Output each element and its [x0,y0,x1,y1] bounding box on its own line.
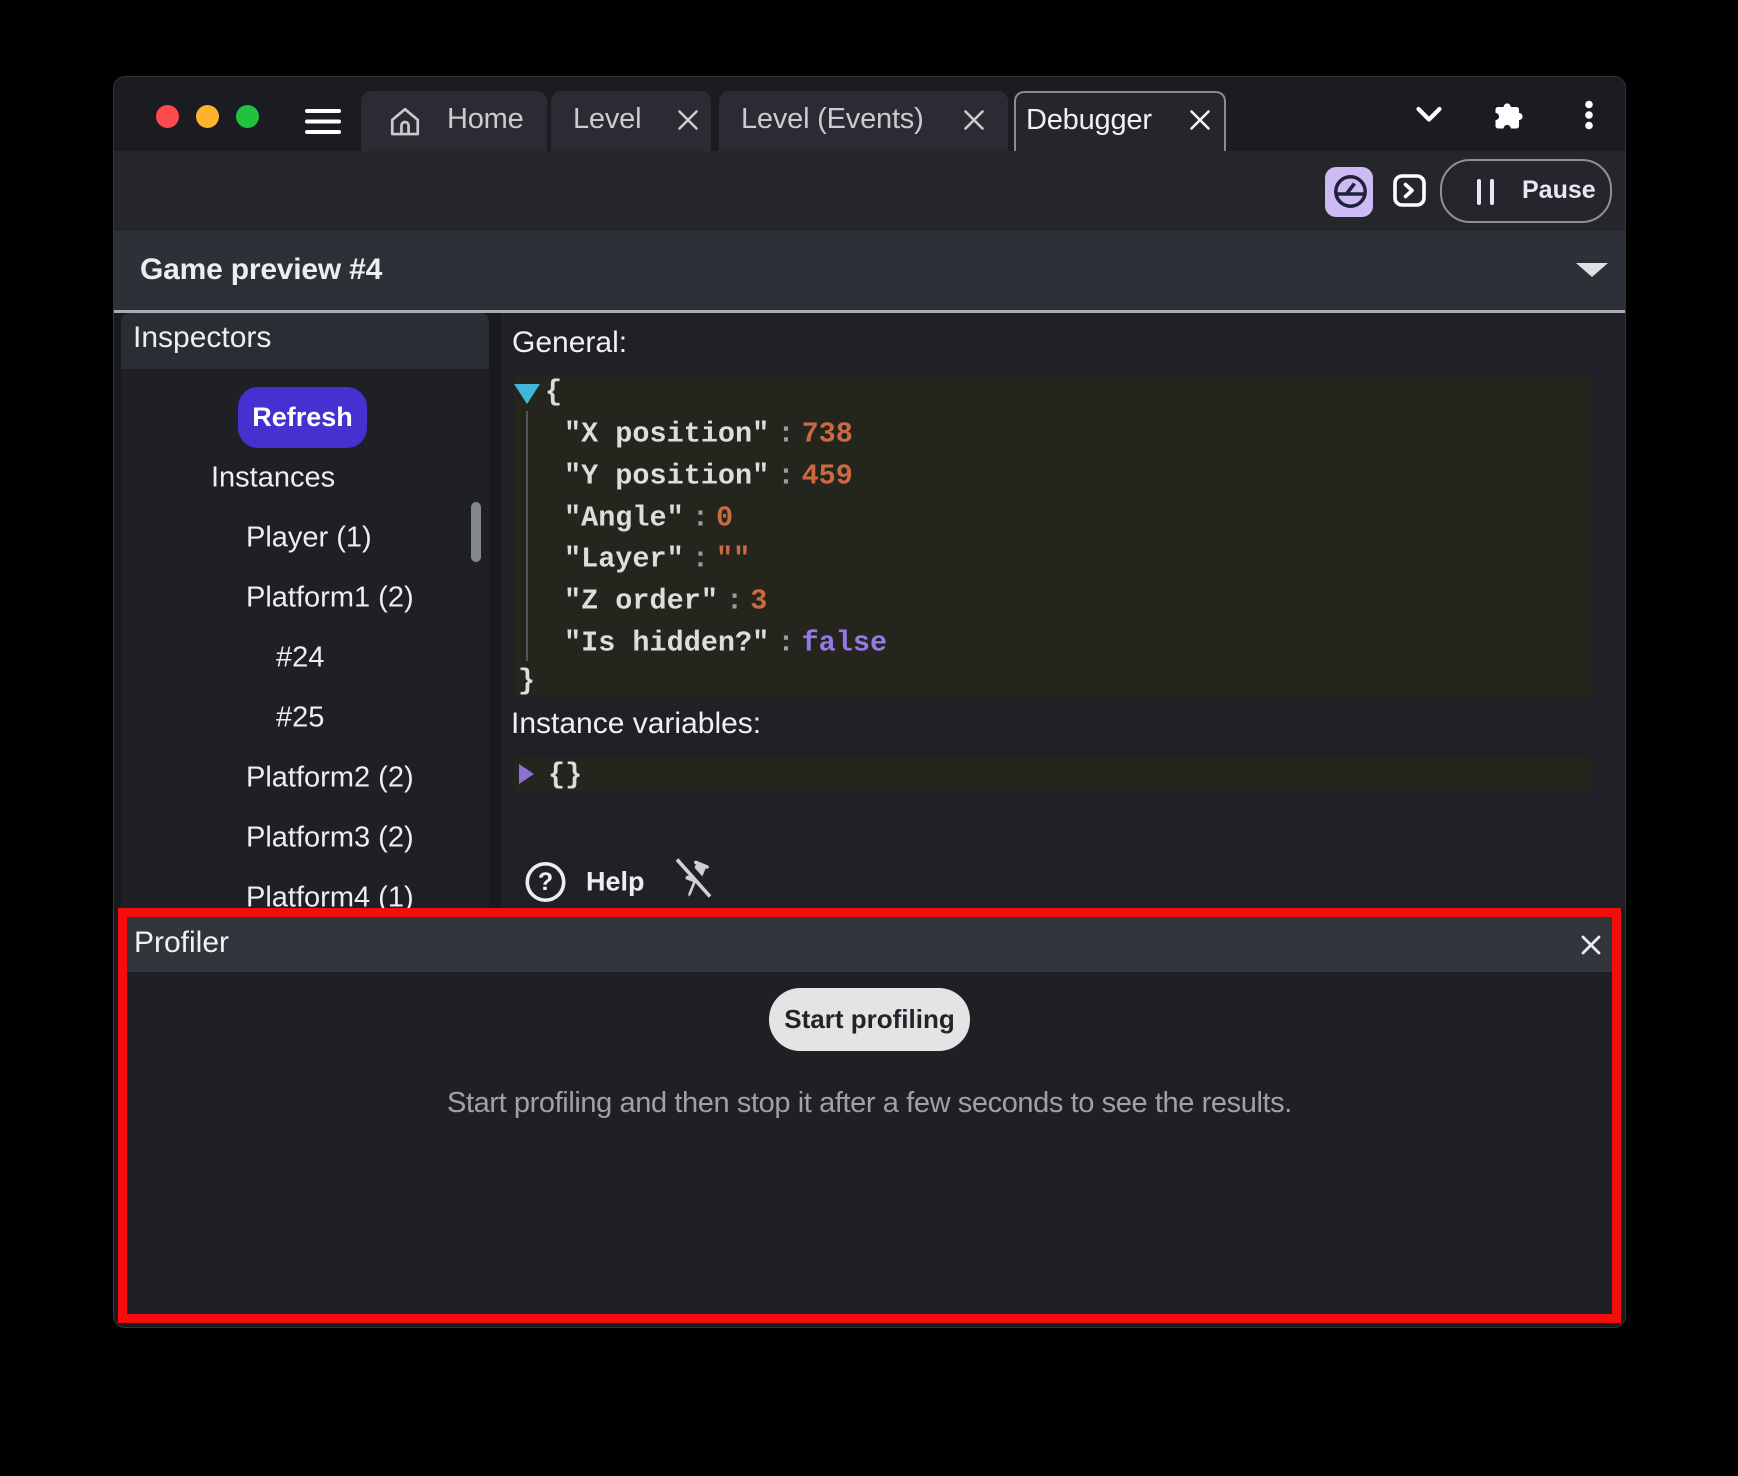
svg-text:?: ? [538,868,553,896]
